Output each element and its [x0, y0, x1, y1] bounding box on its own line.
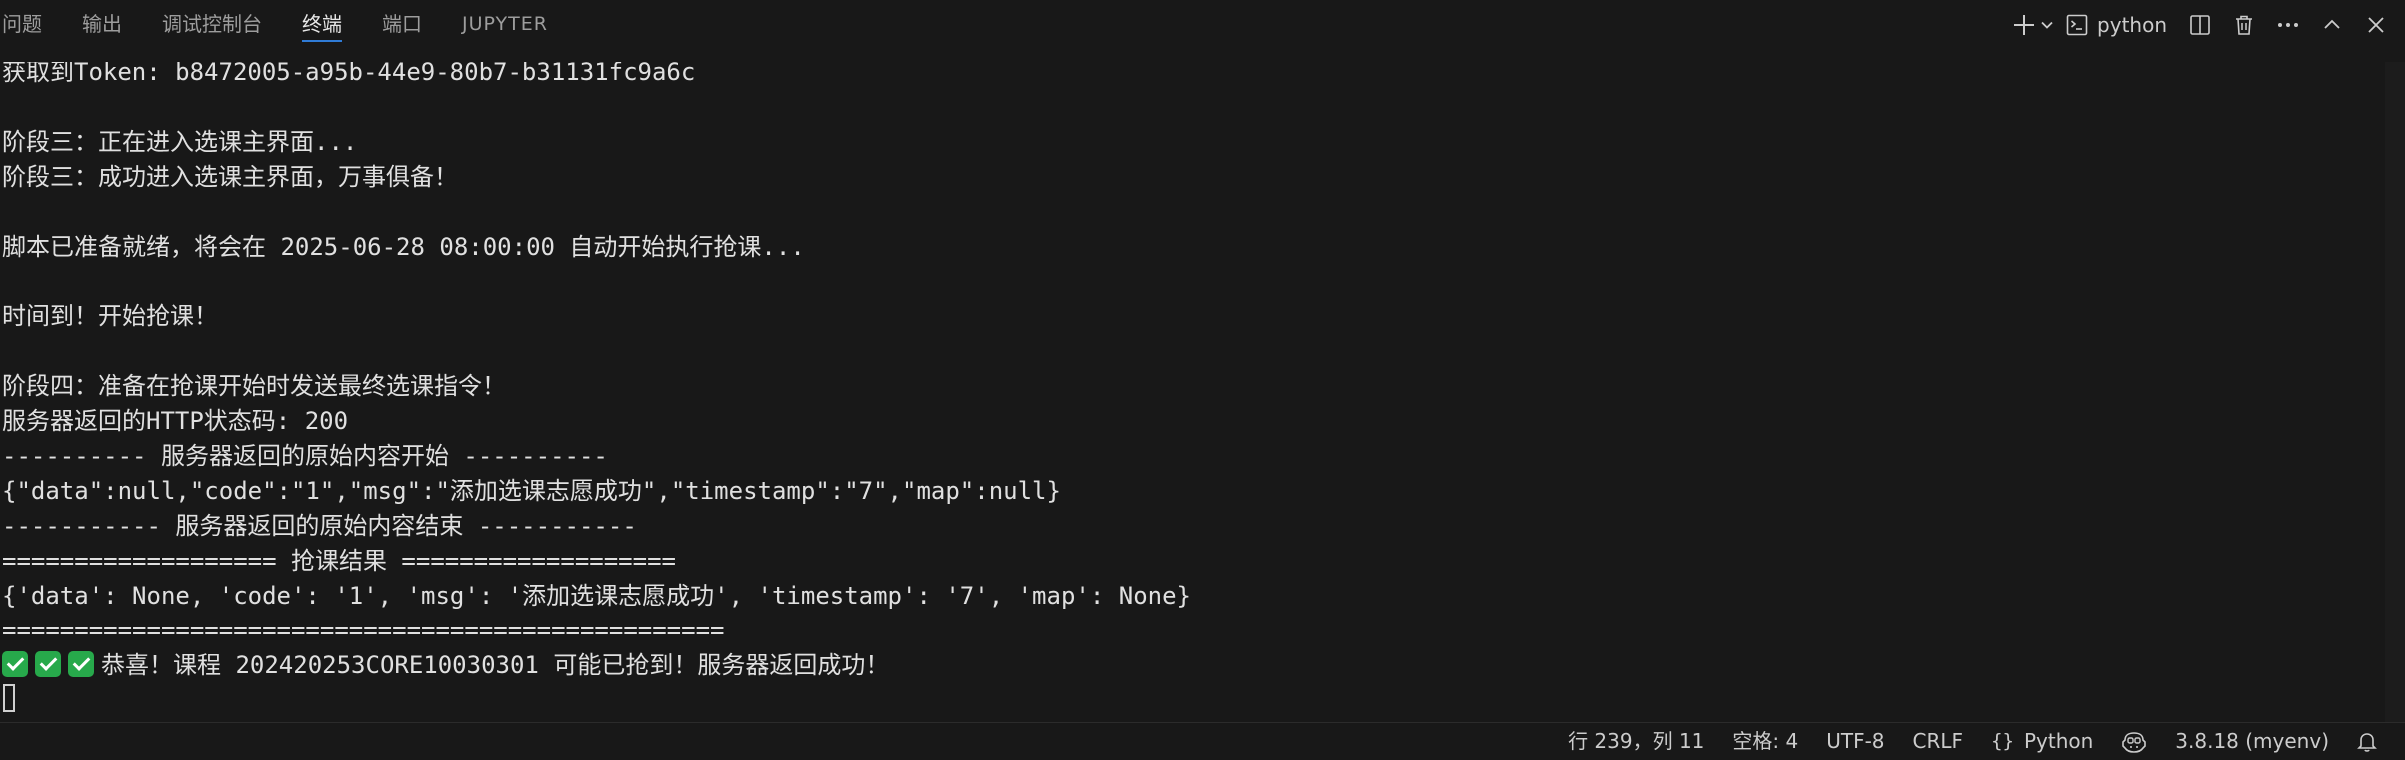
- chevron-down-icon[interactable]: [2039, 17, 2055, 33]
- split-terminal-button[interactable]: [2181, 5, 2219, 45]
- terminal-line: ----------- 服务器返回的原始内容结束 -----------: [2, 511, 637, 540]
- terminal-line: ========================================…: [2, 616, 725, 645]
- tab-2[interactable]: 调试控制台: [142, 0, 282, 50]
- terminal-line: {"data":null,"code":"1","msg":"添加选课志愿成功"…: [2, 476, 1061, 505]
- close-panel-button[interactable]: [2357, 5, 2395, 45]
- tab-5[interactable]: JUPYTER: [442, 0, 568, 50]
- plus-icon: [2014, 15, 2035, 35]
- close-icon: [2368, 17, 2384, 33]
- terminal-success-line: 恭喜！课程 202420253CORE10030301 可能已抢到！服务器返回成…: [2, 648, 889, 683]
- terminal-scrollbar[interactable]: [2385, 62, 2405, 760]
- terminal-profile-button[interactable]: python: [2061, 5, 2175, 45]
- status-bar: 行 239，列 11 空格: 4 UTF-8 CRLF {} Python 3.…: [0, 722, 2405, 760]
- braces-icon: {}: [1991, 730, 2014, 752]
- terminal-icon: [2066, 14, 2088, 36]
- status-cursor-position[interactable]: 行 239，列 11: [1554, 723, 1718, 760]
- chevron-up-icon: [2324, 19, 2340, 29]
- panel-tab-bar: 问题 输出 调试控制台 终端 端口 JUPYTER python: [0, 0, 2405, 50]
- tab-0[interactable]: 问题: [0, 0, 62, 50]
- new-terminal-button[interactable]: [2011, 5, 2055, 45]
- terminal-line: 获取到Token: b8472005-a95b-44e9-80b7-b31131…: [2, 62, 696, 86]
- bell-icon: [2357, 732, 2377, 752]
- terminal-line: 阶段三：正在进入选课主界面...: [2, 127, 358, 156]
- terminal-line: ---------- 服务器返回的原始内容开始 ----------: [2, 441, 608, 470]
- terminal-profile-label: python: [2097, 13, 2167, 37]
- split-icon: [2190, 15, 2210, 35]
- maximize-panel-button[interactable]: [2313, 5, 2351, 45]
- terminal-line: 时间到！开始抢课！: [2, 302, 218, 331]
- terminal-line: 阶段四：准备在抢课开始时发送最终选课指令！: [2, 372, 506, 401]
- check-mark-icon: [35, 651, 61, 678]
- status-python-interpreter[interactable]: 3.8.18 (myenv): [2161, 723, 2343, 760]
- more-icon: [2278, 23, 2298, 27]
- status-language-label: Python: [2023, 729, 2094, 753]
- tab-3[interactable]: 终端: [282, 0, 362, 50]
- terminal-line: =================== 抢课结果 ===============…: [2, 546, 676, 575]
- copilot-icon: [2122, 731, 2147, 753]
- check-mark-icon: [2, 651, 28, 678]
- check-mark-icon: [68, 651, 94, 678]
- status-eol[interactable]: CRLF: [1899, 723, 1978, 760]
- status-indentation[interactable]: 空格: 4: [1718, 723, 1812, 760]
- terminal-line: 服务器返回的HTTP状态码: 200: [2, 407, 349, 435]
- terminal-line: 脚本已准备就绪，将会在 2025-06-28 08:00:00 自动开始执行抢课…: [2, 232, 805, 261]
- trash-icon: [2236, 15, 2252, 35]
- panel-actions: python: [2005, 0, 2395, 50]
- terminal-line: 阶段三：成功进入选课主界面，万事俱备！: [2, 162, 458, 191]
- tab-4[interactable]: 端口: [362, 0, 442, 50]
- terminal-cursor: [3, 684, 15, 712]
- notifications-button[interactable]: [2343, 723, 2391, 760]
- status-language[interactable]: {} Python: [1977, 723, 2107, 760]
- status-encoding[interactable]: UTF-8: [1812, 723, 1898, 760]
- terminal-output[interactable]: 获取到Token: b8472005-a95b-44e9-80b7-b31131…: [0, 62, 2380, 722]
- kill-terminal-button[interactable]: [2225, 5, 2263, 45]
- panel-tabs: 问题 输出 调试控制台 终端 端口 JUPYTER: [0, 0, 568, 50]
- more-actions-button[interactable]: [2269, 5, 2307, 45]
- terminal-line: {'data': None, 'code': '1', 'msg': '添加选课…: [2, 581, 1191, 610]
- tab-1[interactable]: 输出: [62, 0, 142, 50]
- success-message: 恭喜！课程 202420253CORE10030301 可能已抢到！服务器返回成…: [101, 651, 890, 680]
- copilot-status-button[interactable]: [2107, 723, 2161, 760]
